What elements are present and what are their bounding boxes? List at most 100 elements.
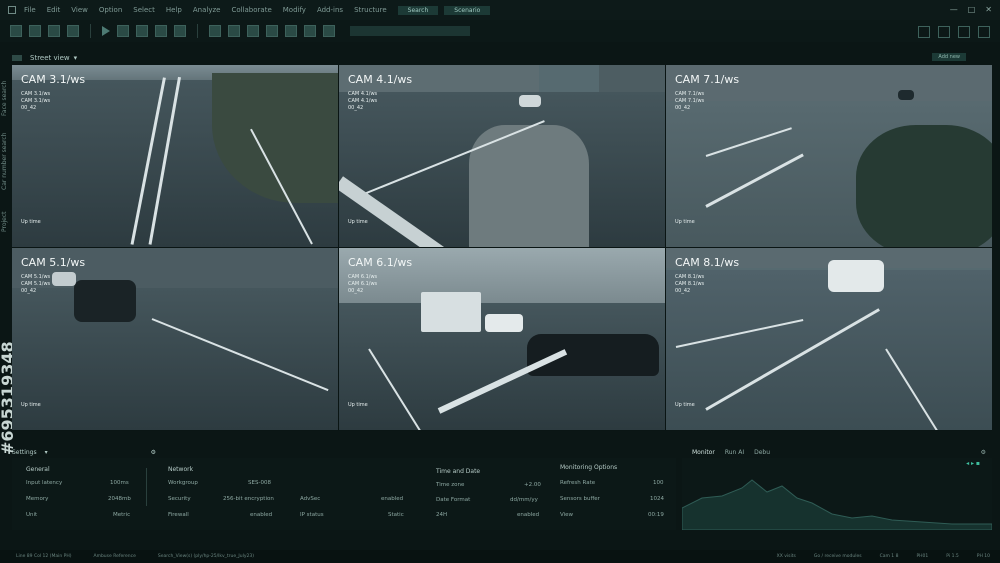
menu-collaborate[interactable]: Collaborate — [231, 6, 271, 14]
link-icon[interactable] — [285, 25, 297, 37]
camera-grid: CAM 3.1/ws CAM 3.1/ws CAM 3.1/ws 00_42 Up … — [12, 65, 992, 431]
save-icon[interactable] — [29, 25, 41, 37]
security-label: Security — [168, 496, 191, 502]
menu-view[interactable]: View — [71, 6, 88, 14]
cursor-icon[interactable] — [174, 25, 186, 37]
firewall-value[interactable]: enabled — [250, 512, 272, 518]
drag-handle-icon[interactable] — [12, 55, 22, 61]
refresh-icon[interactable] — [155, 25, 167, 37]
unit-value[interactable]: Metric — [113, 512, 130, 518]
tab-debug[interactable]: Debu — [754, 449, 770, 456]
camera-sub: CAM 5.1/ws CAM 5.1/ws 00_42 — [21, 274, 51, 294]
input-latency-value[interactable]: 100ms — [110, 480, 129, 486]
tab-run-ai[interactable]: Run AI — [725, 449, 744, 456]
camera-feed[interactable]: CAM 3.1/ws CAM 3.1/ws CAM 3.1/ws 00_42 Up … — [12, 65, 338, 247]
24h-value[interactable]: enabled — [517, 512, 539, 518]
grid-icon[interactable] — [918, 26, 930, 38]
camera-feed[interactable]: CAM 5.1/ws CAM 5.1/ws CAM 5.1/ws 00_42 Up … — [12, 248, 338, 430]
menu-structure[interactable]: Structure — [354, 6, 387, 14]
status-cam: Cam 1 8 — [879, 554, 899, 559]
stop-icon[interactable] — [136, 25, 148, 37]
chevron-down-icon[interactable]: ▾ — [45, 449, 48, 456]
layers-icon[interactable] — [48, 25, 60, 37]
time-zone-value[interactable]: +2.00 — [524, 482, 541, 488]
firewall-label: Firewall — [168, 512, 189, 518]
settings-panel: General Input latency 100ms Memory 2048m… — [12, 458, 676, 530]
tab-face-search[interactable]: Face search — [1, 81, 8, 116]
memory-label: Memory — [26, 496, 49, 502]
camera-feed[interactable]: CAM 6.1/ws CAM 6.1/ws CAM 6.1/ws 00_42 Up … — [339, 248, 665, 430]
surveillance-app: File Edit View Option Select Help Analyz… — [0, 0, 1000, 563]
camera-sub: CAM 3.1/ws CAM 3.1/ws 00_42 — [21, 91, 51, 111]
tab-project[interactable]: Project — [1, 211, 8, 232]
date-format-value[interactable]: dd/mm/yy — [510, 497, 538, 503]
camera-uptime: Up time — [348, 219, 368, 225]
camera-uptime: Up time — [348, 402, 368, 408]
folder-icon[interactable] — [10, 25, 22, 37]
maximize-icon[interactable]: □ — [968, 5, 976, 14]
import-icon[interactable] — [247, 25, 259, 37]
memory-value[interactable]: 2048mb — [108, 496, 131, 502]
camera-feed[interactable]: CAM 4.1/ws CAM 4.1/ws CAM 4.1/ws 00_42 Up … — [339, 65, 665, 247]
app-logo-icon — [8, 6, 16, 14]
status-search-view[interactable]: Search_View(s) (ply/hp-25/lkv_true_July2… — [158, 554, 254, 559]
menu-analyze[interactable]: Analyze — [193, 6, 221, 14]
camera-uptime: Up time — [21, 219, 41, 225]
menu-edit[interactable]: Edit — [47, 6, 61, 14]
menu-add-ins[interactable]: Add-ins — [317, 6, 343, 14]
gear-icon[interactable]: ⚙ — [981, 449, 986, 456]
menu-select[interactable]: Select — [133, 6, 155, 14]
play-icon[interactable] — [102, 26, 110, 36]
add-new-button[interactable]: Add new — [932, 53, 966, 61]
scenario-tag-button[interactable]: Scenario — [444, 5, 491, 15]
feed-truck — [421, 292, 481, 332]
add-icon[interactable] — [958, 26, 970, 38]
camera-title: CAM 4.1/ws — [348, 73, 413, 86]
tab-monitor[interactable]: Monitor — [692, 449, 715, 456]
monitor-graph: ◂ ▸ ▪ — [682, 458, 992, 530]
status-reference[interactable]: Ambuse Reference — [93, 554, 135, 559]
status-ph01: PH01 — [916, 554, 929, 559]
pause-icon[interactable] — [117, 25, 129, 37]
view-label: View — [560, 512, 574, 518]
menu-option[interactable]: Option — [99, 6, 122, 14]
status-visits: XX visits — [776, 554, 796, 559]
arrow-right-icon[interactable] — [323, 25, 335, 37]
activity-graph — [682, 479, 992, 530]
camera-sub: CAM 8.1/ws CAM 8.1/ws 00_42 — [675, 274, 705, 294]
camera-feed[interactable]: CAM 8.1/ws CAM 8.1/ws CAM 8.1/ws 00_42 Up … — [666, 248, 992, 430]
window-icon[interactable] — [209, 25, 221, 37]
close-icon[interactable]: ✕ — [985, 5, 992, 14]
toolbar-input[interactable] — [350, 26, 470, 36]
split-icon[interactable] — [938, 26, 950, 38]
document-icon[interactable] — [266, 25, 278, 37]
street-view-title: Street view — [30, 54, 70, 62]
search-tag-button[interactable]: Search — [397, 5, 439, 15]
workgroup-label: Workgroup — [168, 480, 198, 486]
view-value[interactable]: 00:19 — [648, 512, 664, 518]
menu-file[interactable]: File — [24, 6, 36, 14]
advsec-value[interactable]: enabled — [381, 496, 403, 502]
arrow-left-icon[interactable] — [304, 25, 316, 37]
sensors-buffer-value[interactable]: 1024 — [650, 496, 664, 502]
workgroup-value[interactable]: SES-008 — [248, 480, 271, 486]
ip-status-value[interactable]: Static — [388, 512, 404, 518]
record-icon[interactable] — [67, 25, 79, 37]
refresh-rate-value[interactable]: 100 — [653, 480, 664, 486]
feed-car — [74, 280, 136, 322]
menu-help[interactable]: Help — [166, 6, 182, 14]
camera-uptime: Up time — [675, 402, 695, 408]
minimize-icon[interactable]: — — [950, 5, 958, 14]
camera-sub: CAM 6.1/ws CAM 6.1/ws 00_42 — [348, 274, 378, 294]
gear-icon[interactable]: ⚙ — [151, 449, 156, 456]
chevron-down-icon[interactable]: ▾ — [74, 54, 78, 62]
security-value[interactable]: 256-bit encryption — [223, 496, 274, 502]
export-icon[interactable] — [228, 25, 240, 37]
tab-car-number-search[interactable]: Car number search — [1, 133, 8, 191]
menu-modify[interactable]: Modify — [283, 6, 306, 14]
status-modules[interactable]: Go / receive modules — [814, 554, 862, 559]
camera-feed[interactable]: CAM 7.1/ws CAM 7.1/ws CAM 7.1/ws 00_42 Up … — [666, 65, 992, 247]
ip-status-label: IP status — [300, 512, 324, 518]
layout-icon[interactable] — [978, 26, 990, 38]
feed-car — [519, 95, 541, 107]
